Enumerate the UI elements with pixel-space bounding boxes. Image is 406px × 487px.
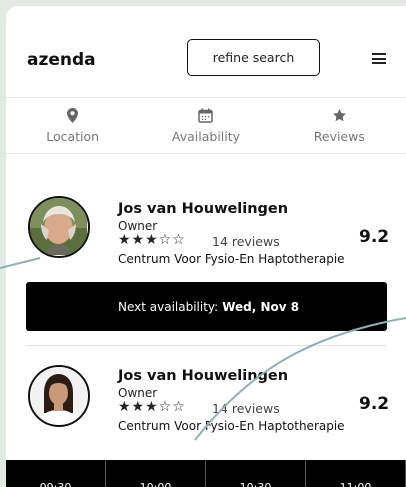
next-availability-date: Wed, Nov 8 <box>222 299 300 314</box>
header: azenda refine search <box>6 6 406 98</box>
map-pin-icon <box>67 107 79 123</box>
filter-reviews-label: Reviews <box>313 129 365 144</box>
filter-bar: Location Availability Reviews <box>6 98 406 154</box>
filter-location[interactable]: Location <box>6 98 139 153</box>
calendar-icon <box>198 107 214 123</box>
clinic-name: Centrum Voor Fysio-En Haptotherapie <box>118 419 345 433</box>
rating-score: 9.2 <box>359 227 390 247</box>
rating-stars: ★★★☆☆ <box>118 232 186 248</box>
hamburger-menu-icon[interactable] <box>372 53 386 64</box>
clinic-name: Centrum Voor Fysio-En Haptotherapie <box>118 252 345 266</box>
refine-search-button[interactable]: refine search <box>187 39 320 76</box>
avatar[interactable] <box>28 365 90 427</box>
filter-availability[interactable]: Availability <box>139 98 272 153</box>
time-slot-bar: 09:30 10:00 10:30 11:00 <box>6 460 406 487</box>
review-count[interactable]: 14 reviews <box>212 234 280 249</box>
star-icon <box>332 107 347 123</box>
logo[interactable]: azenda <box>27 50 96 70</box>
listing-divider <box>26 345 387 346</box>
time-slot[interactable]: 10:30 <box>206 460 306 487</box>
time-slot[interactable]: 09:30 <box>6 460 106 487</box>
filter-availability-label: Availability <box>171 129 241 144</box>
filter-location-label: Location <box>46 129 100 144</box>
avatar[interactable] <box>28 196 90 258</box>
provider-name[interactable]: Jos van Houwelingen <box>118 368 288 384</box>
rating-score: 9.2 <box>359 394 390 414</box>
review-count[interactable]: 14 reviews <box>212 401 280 416</box>
time-slot[interactable]: 11:00 <box>306 460 406 487</box>
provider-name[interactable]: Jos van Houwelingen <box>118 201 288 217</box>
rating-stars: ★★★☆☆ <box>118 399 186 415</box>
provider-role: Owner <box>118 386 158 400</box>
filter-reviews[interactable]: Reviews <box>273 98 406 153</box>
app-card: azenda refine search Location Availabili… <box>6 6 406 487</box>
next-availability-button[interactable]: Next availability: Wed, Nov 8 <box>26 282 387 331</box>
provider-role: Owner <box>118 219 158 233</box>
time-slot[interactable]: 10:00 <box>106 460 206 487</box>
next-availability-label: Next availability: <box>118 299 219 314</box>
